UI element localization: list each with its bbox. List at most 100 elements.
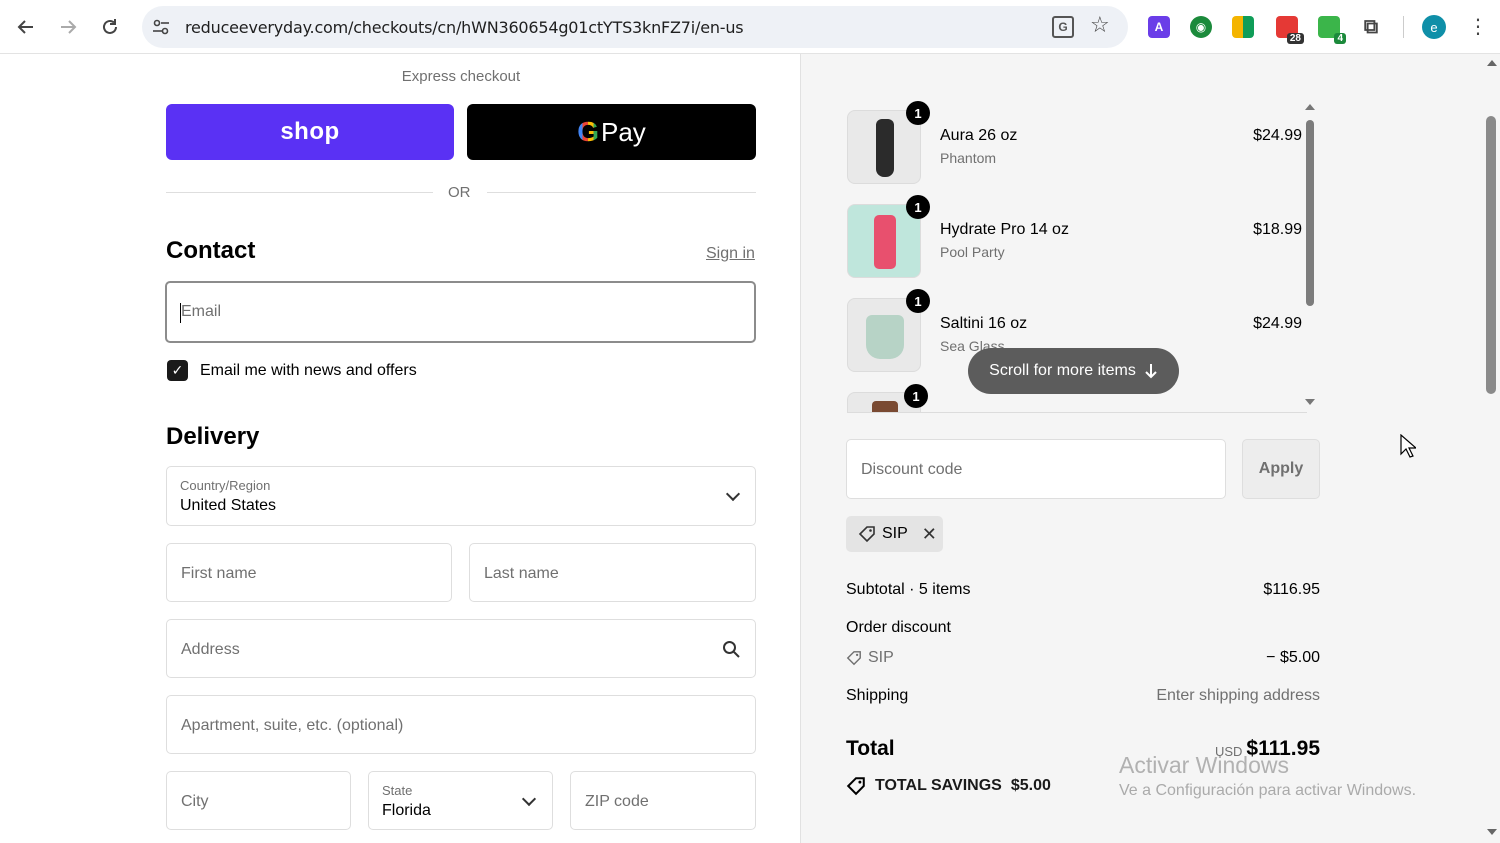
- google-g-icon: G: [577, 116, 599, 147]
- or-label: OR: [448, 184, 471, 201]
- or-divider-right: [487, 192, 756, 193]
- reload-button[interactable]: [97, 14, 123, 40]
- chevron-down-icon: [521, 791, 537, 807]
- discount-placeholder: Discount code: [861, 461, 963, 478]
- savings-value: $5.00: [1010, 777, 1051, 794]
- extension-badge: 4: [1334, 33, 1346, 44]
- can-image: [874, 215, 896, 269]
- google-pay-button[interactable]: G Pay: [467, 104, 756, 160]
- shop-pay-button[interactable]: shop: [166, 104, 454, 160]
- tumbler-image: [866, 315, 904, 359]
- order-discount-label: Order discount: [846, 619, 951, 636]
- apply-discount-button[interactable]: Apply: [1242, 439, 1320, 499]
- reload-icon: [103, 19, 117, 34]
- applied-discount-chip: SIP ✕: [846, 516, 943, 552]
- extension-green-circle-icon[interactable]: ◉: [1190, 16, 1212, 38]
- extension-badge: 28: [1286, 33, 1304, 44]
- chevron-down-icon: [725, 486, 741, 502]
- translate-icon[interactable]: G: [1052, 16, 1074, 38]
- extension-grid-icon[interactable]: [1232, 16, 1254, 38]
- browser-toolbar: reduceeveryday.com/checkouts/cn/hWN36065…: [0, 0, 1500, 54]
- product-variant: Phantom: [940, 150, 997, 166]
- scroll-up-arrow-icon[interactable]: [1305, 104, 1315, 110]
- quantity-badge: 1: [906, 289, 930, 313]
- newsletter-checkbox[interactable]: ✓: [167, 360, 188, 381]
- arrow-right-icon: [61, 20, 77, 34]
- windows-watermark-title: Activar Windows: [1119, 752, 1289, 778]
- bookmark-star-icon[interactable]: ☆: [1090, 12, 1110, 38]
- contact-heading: Contact: [166, 237, 256, 264]
- total-label: Total: [846, 737, 895, 760]
- first-name-field[interactable]: First name: [166, 543, 452, 602]
- address-bar[interactable]: reduceeveryday.com/checkouts/cn/hWN36065…: [142, 6, 1128, 48]
- extension-red-icon[interactable]: 28: [1276, 16, 1304, 44]
- scroll-down-arrow-icon[interactable]: [1305, 399, 1315, 405]
- checkmark-icon: ✓: [171, 362, 184, 378]
- product-variant: Pool Party: [940, 244, 1005, 260]
- arrow-left-icon: [17, 20, 33, 34]
- back-button[interactable]: [13, 14, 39, 40]
- state-value: Florida: [382, 802, 431, 819]
- product-price: $24.99: [1253, 315, 1302, 332]
- profile-avatar[interactable]: e: [1422, 15, 1446, 39]
- quantity-badge: 1: [906, 195, 930, 219]
- quantity-badge: 1: [904, 384, 928, 408]
- state-label: State: [382, 783, 413, 798]
- subtotal-label: Subtotal · 5 items: [846, 581, 971, 598]
- zip-placeholder: ZIP code: [585, 793, 649, 810]
- city-placeholder: City: [181, 793, 209, 810]
- windows-watermark-subtitle: Ve a Configuración para activar Windows.: [1119, 782, 1417, 799]
- kebab-menu-icon[interactable]: ⋮: [1468, 14, 1488, 40]
- express-checkout-label: Express checkout: [401, 68, 521, 85]
- address-field[interactable]: Address: [166, 619, 756, 678]
- extensions-puzzle-icon[interactable]: ⧉: [1360, 16, 1382, 38]
- delivery-heading: Delivery: [166, 423, 260, 450]
- shipping-label: Shipping: [846, 687, 909, 704]
- first-name-placeholder: First name: [181, 565, 257, 582]
- discount-code-field[interactable]: Discount code: [846, 439, 1226, 499]
- quantity-badge: 1: [906, 101, 930, 125]
- city-field[interactable]: City: [166, 771, 351, 830]
- sign-in-link[interactable]: Sign in: [706, 245, 755, 263]
- profile-initial: e: [1430, 19, 1438, 35]
- toolbar-divider: [1403, 16, 1404, 38]
- product-thumbnail: 1: [847, 289, 930, 372]
- extension-puzzle-green-icon[interactable]: 4: [1318, 16, 1346, 44]
- scroll-hint-label: Scroll for more items: [989, 362, 1136, 379]
- page-scroll-up-arrow-icon[interactable]: [1487, 60, 1497, 66]
- product-name: Saltini 16 oz: [940, 315, 1028, 332]
- applied-code-label: SIP: [882, 525, 908, 542]
- country-select[interactable]: Country/Region United States: [166, 466, 756, 526]
- tag-icon: [858, 526, 875, 543]
- product-price: $24.99: [1253, 127, 1302, 144]
- email-field[interactable]: Email: [165, 281, 756, 343]
- remove-discount-icon[interactable]: ✕: [922, 524, 937, 545]
- bottle-image: [876, 119, 894, 177]
- zip-field[interactable]: ZIP code: [570, 771, 756, 830]
- country-label: Country/Region: [180, 478, 271, 493]
- arrow-down-icon: [1145, 364, 1157, 379]
- shop-pay-label: shop: [280, 118, 340, 145]
- page-scrollbar[interactable]: [1486, 116, 1496, 394]
- page-scroll-down-arrow-icon[interactable]: [1487, 829, 1497, 835]
- extension-a-icon[interactable]: A: [1148, 16, 1170, 38]
- apartment-field[interactable]: Apartment, suite, etc. (optional): [166, 695, 756, 754]
- apply-label: Apply: [1258, 460, 1304, 477]
- state-select[interactable]: State Florida: [368, 771, 553, 830]
- forward-button[interactable]: [55, 14, 81, 40]
- product-name: Hydrate Pro 14 oz: [940, 221, 1069, 238]
- discount-code-row: SIP: [846, 649, 894, 667]
- scroll-more-items-button[interactable]: Scroll for more items: [968, 348, 1179, 394]
- search-icon[interactable]: [722, 640, 740, 658]
- shipping-value: Enter shipping address: [1156, 687, 1320, 704]
- site-settings-icon[interactable]: [152, 18, 170, 36]
- product-name: Aura 26 oz: [940, 127, 1018, 144]
- google-pay-label: Pay: [600, 116, 646, 147]
- item-list-scrollbar[interactable]: [1306, 120, 1314, 306]
- total-savings-row: TOTAL SAVINGS $5.00: [846, 776, 1051, 796]
- mouse-pointer-icon: [1400, 434, 1416, 458]
- last-name-field[interactable]: Last name: [469, 543, 756, 602]
- address-placeholder: Address: [181, 641, 240, 658]
- country-value: United States: [180, 497, 277, 514]
- url-text[interactable]: reduceeveryday.com/checkouts/cn/hWN36065…: [185, 18, 744, 37]
